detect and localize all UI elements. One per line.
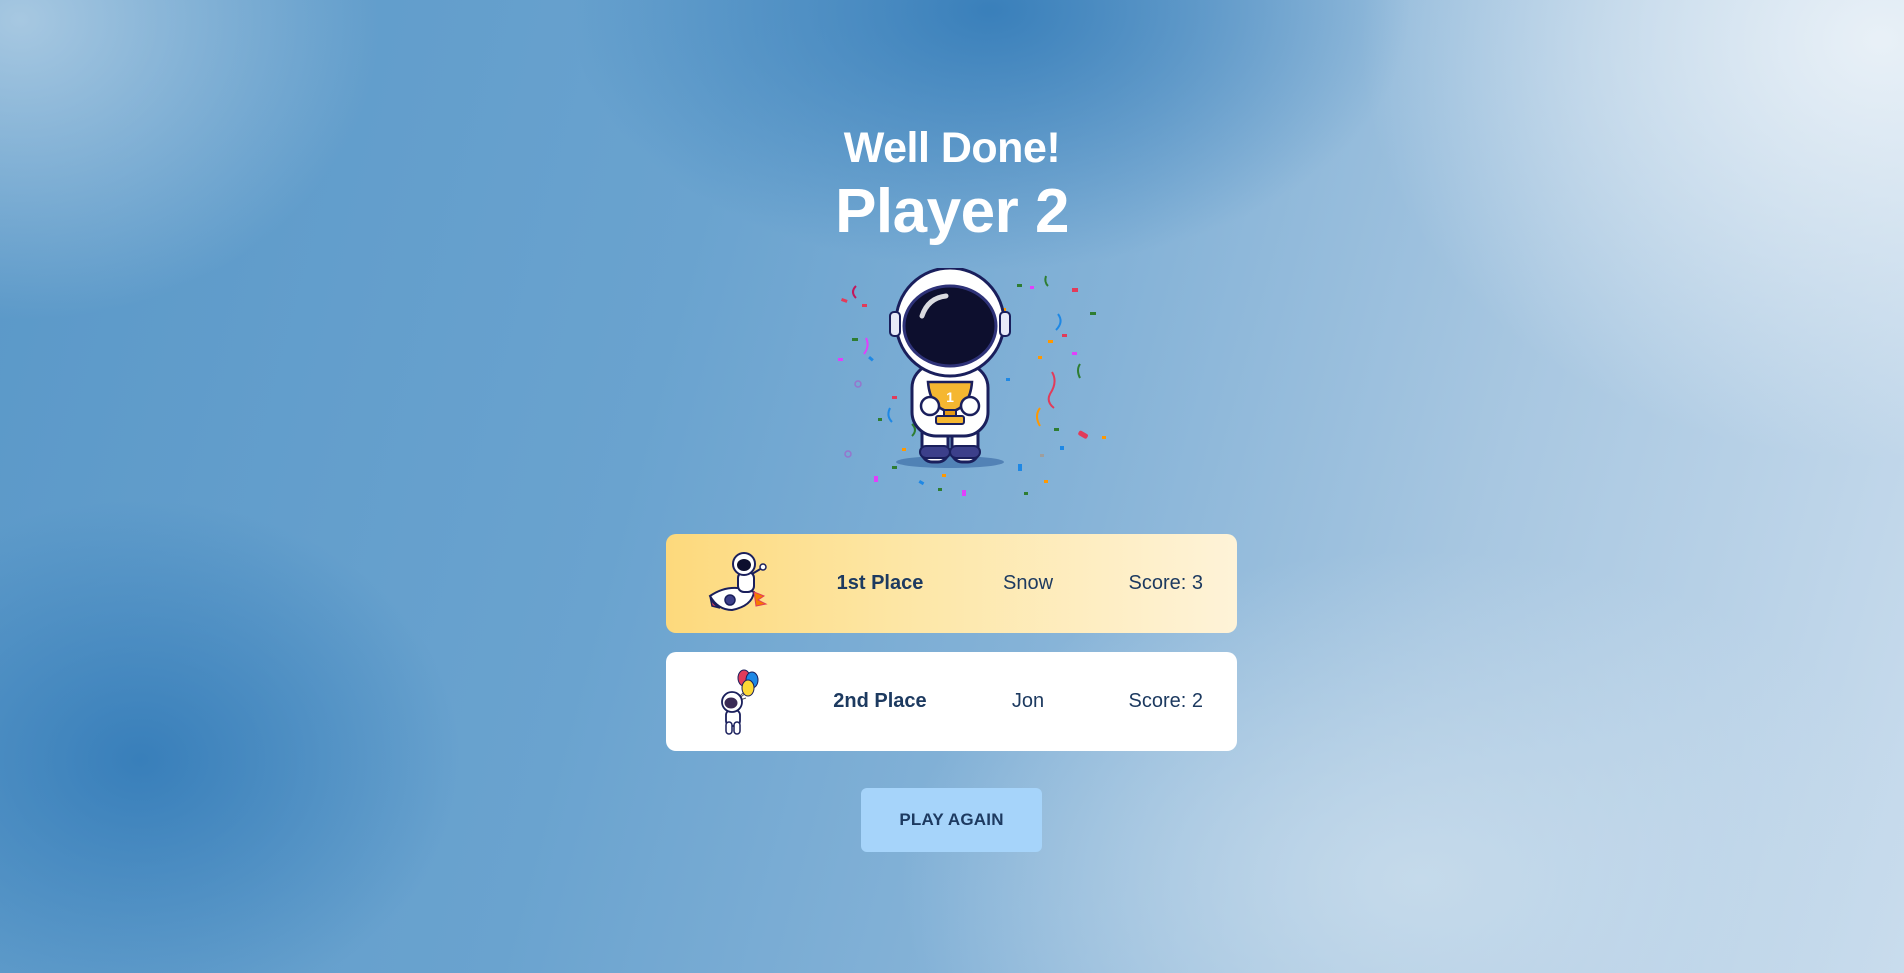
player-name: Snow: [1002, 572, 1054, 594]
winner-name: Player 2: [835, 177, 1069, 246]
astronaut-with-trophy-icon: 1: [838, 268, 1106, 496]
place-label: 2nd Place: [833, 690, 927, 712]
leaderboard-row-second: 2nd Place Jon Score: 2: [666, 652, 1237, 751]
player-score: Score: 2: [1128, 690, 1203, 712]
leaderboard-row-first: 1st Place Snow Score: 3: [666, 534, 1237, 633]
player-score: Score: 3: [1128, 572, 1203, 594]
astronaut-on-rocket-icon: [708, 552, 768, 612]
player-name: Jon: [1011, 690, 1045, 712]
astronaut-with-balloons-icon: [721, 669, 759, 735]
headline: Well Done!: [843, 124, 1061, 172]
play-again-button[interactable]: PLAY AGAIN: [861, 788, 1042, 852]
svg-text:1: 1: [946, 389, 954, 405]
place-label: 1st Place: [836, 572, 924, 594]
